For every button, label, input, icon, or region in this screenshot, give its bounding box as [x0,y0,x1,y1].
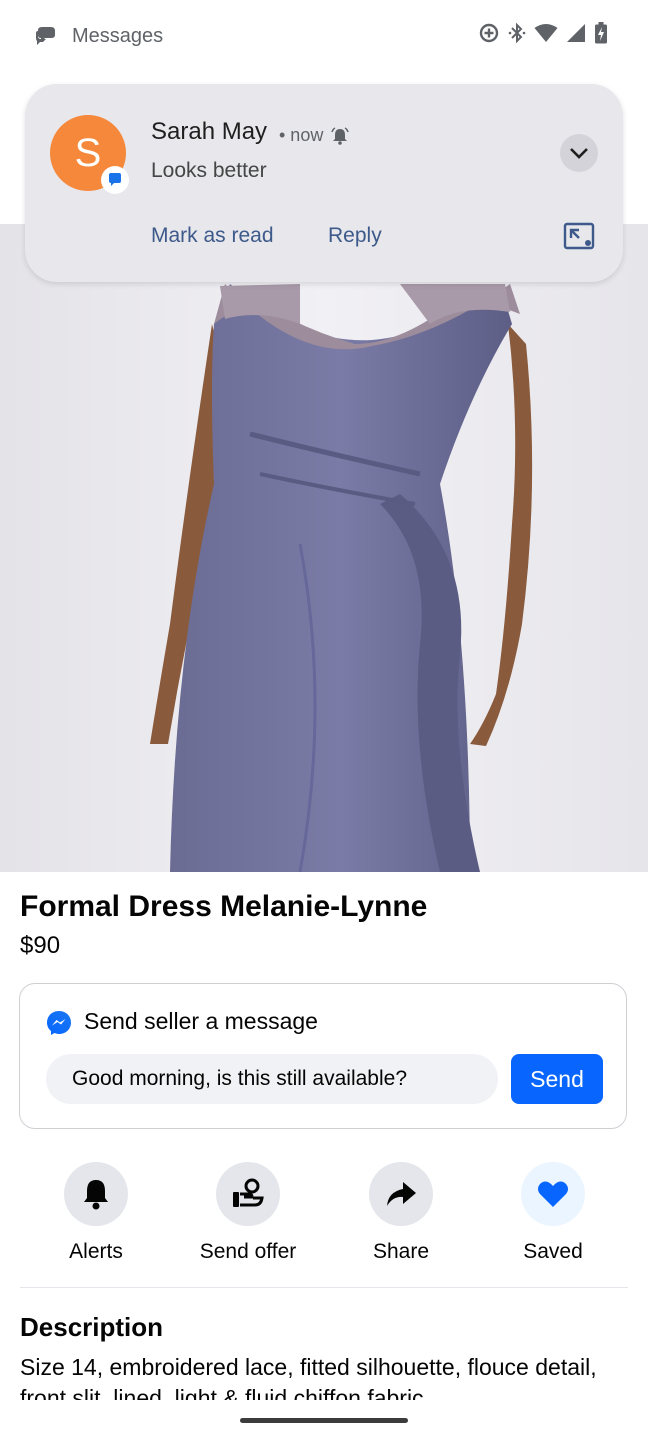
message-box-title: Send seller a message [84,1008,318,1034]
alerts-circle [64,1162,128,1226]
avatar-letter: S [74,130,102,175]
chevron-down-icon [570,148,588,159]
alerts-label: Alerts [69,1240,123,1263]
share-arrow-icon [387,1182,416,1206]
bluetooth-icon [508,22,526,44]
offer-hand-icon [233,1178,264,1207]
dress-photo-image [0,224,648,872]
battery-icon [595,22,607,44]
listing-title: Formal Dress Melanie-Lynne [20,890,428,923]
share-circle [369,1162,433,1226]
alerts-button[interactable]: Alerts [26,1162,166,1264]
cell-signal-icon [567,24,585,42]
share-label: Share [372,1240,430,1263]
send-message-button[interactable]: Send [511,1054,603,1104]
messages-badge-icon [101,166,129,194]
listing-actions: Alerts Send offer Share Saved [0,1162,648,1264]
share-button[interactable]: Share [331,1162,471,1264]
alarm-bell-icon [331,126,350,145]
message-input[interactable] [46,1054,498,1104]
status-icons [478,22,608,44]
saved-button[interactable]: Saved [483,1162,623,1264]
status-bar: Messages [0,0,648,72]
send-offer-label: Send offer [199,1240,297,1263]
expand-notification-button[interactable] [560,134,598,172]
send-offer-circle [216,1162,280,1226]
wifi-icon [534,24,558,42]
bell-icon [84,1180,108,1210]
notification-message: Looks better [151,159,267,182]
mark-as-read-button[interactable]: Mark as read [151,224,274,248]
description-text: Size 14, embroidered lace, fitted silhou… [20,1354,597,1400]
heart-icon [538,1181,568,1207]
listing-price: $90 [20,932,61,959]
messenger-icon [47,1011,71,1035]
notification-meta: • now [279,125,350,146]
status-app-name: Messages [72,25,164,47]
notification-time: • now [279,125,324,145]
send-seller-message-box: Send seller a message Send [19,983,627,1129]
data-saver-icon [479,23,499,43]
picture-in-picture-icon[interactable] [563,222,595,250]
notification-sender: Sarah May [151,118,268,145]
send-offer-button[interactable]: Send offer [178,1162,318,1264]
description-heading: Description [20,1312,164,1342]
product-photo[interactable] [0,224,648,872]
reply-button[interactable]: Reply [328,224,382,248]
saved-label: Saved [523,1240,583,1263]
message-notification[interactable]: S Sarah May • now Looks better Mark as r… [25,84,623,282]
section-divider [20,1287,628,1288]
saved-circle [521,1162,585,1226]
messages-app-icon [36,27,55,45]
gesture-home-bar[interactable] [240,1418,408,1423]
